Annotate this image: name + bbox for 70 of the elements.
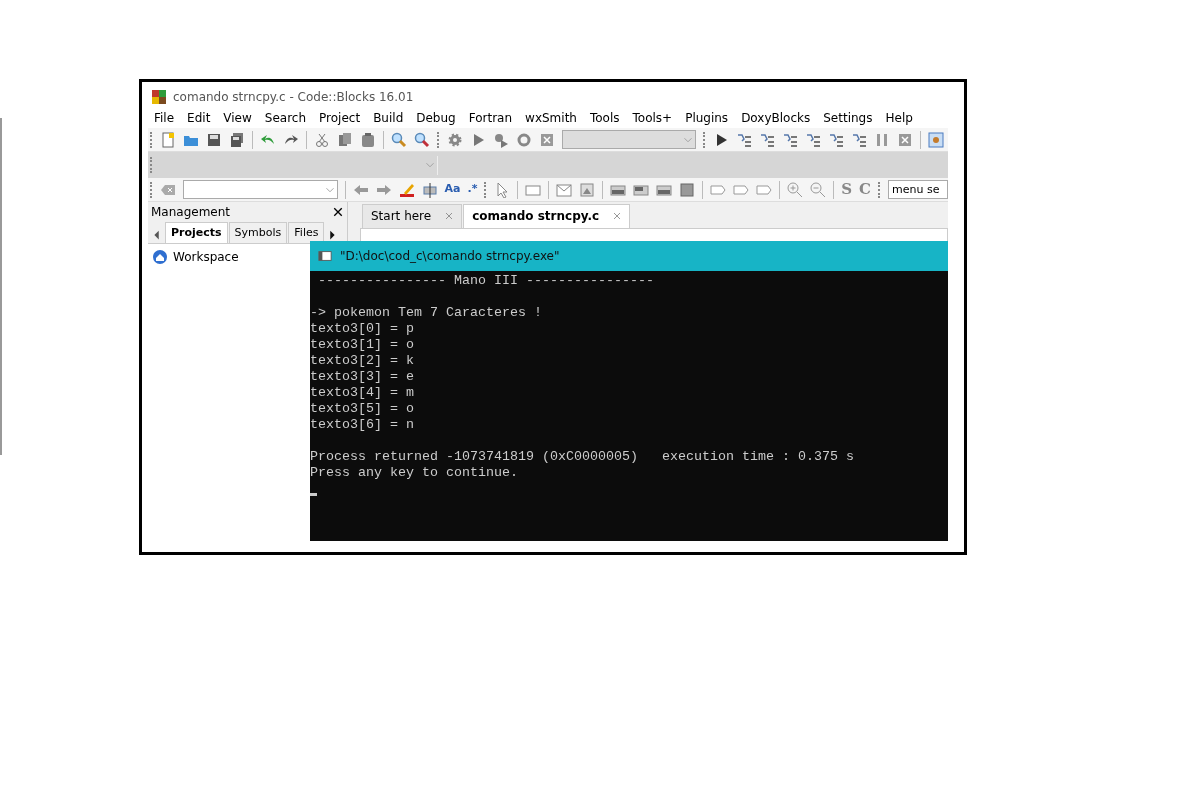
console-line: texto3[1] = o	[310, 337, 415, 353]
panel-tab[interactable]: Symbols	[228, 221, 288, 243]
window-title: comando strncpy.c - Code::Blocks 16.01	[173, 88, 414, 106]
menu-item[interactable]: Search	[258, 109, 314, 127]
menu-item[interactable]: Build	[367, 109, 411, 127]
picture-frame-icon[interactable]	[579, 181, 596, 198]
document-icon[interactable]	[160, 131, 176, 148]
floppies-icon[interactable]	[229, 131, 245, 148]
menu-item[interactable]: Tools+	[626, 109, 680, 127]
console-line: texto3[0] = p	[310, 321, 415, 337]
replace-icon[interactable]	[414, 131, 430, 148]
console-line: texto3[6] = n	[310, 417, 415, 433]
close-icon[interactable]	[332, 206, 344, 218]
search-option-toggle[interactable]: Aa	[444, 181, 461, 198]
menu-item[interactable]: Settings	[817, 109, 880, 127]
magnifier-icon[interactable]	[391, 131, 407, 148]
menu-item[interactable]: Plugins	[679, 109, 736, 127]
menu-item[interactable]: wxSmith	[519, 109, 584, 127]
console-line: texto3[4] = m	[310, 385, 415, 401]
step-icon[interactable]	[782, 131, 798, 148]
menu-item[interactable]: Tools	[583, 109, 627, 127]
menu-item[interactable]: View	[217, 109, 259, 127]
editor-tab[interactable]: Start here	[362, 204, 463, 228]
step-icon[interactable]	[828, 131, 844, 148]
workspace-icon[interactable]	[152, 249, 168, 265]
paste-icon[interactable]	[360, 131, 376, 148]
text-cursor-icon[interactable]	[421, 181, 438, 198]
panel-tab[interactable]: Projects	[165, 221, 228, 243]
menu-item[interactable]: Debug	[410, 109, 463, 127]
step-icon[interactable]	[851, 131, 867, 148]
console-line: texto3[2] = k	[310, 353, 415, 369]
menu-item[interactable]: Edit	[181, 109, 218, 127]
menu-item[interactable]: Project	[313, 109, 368, 127]
debug-window-icon[interactable]	[928, 131, 944, 148]
panel-full-icon[interactable]	[679, 181, 696, 198]
panel-title: Management	[151, 204, 231, 221]
menu-item[interactable]: File	[148, 109, 182, 127]
tree-item[interactable]: Workspace	[173, 248, 239, 266]
zoom-in-icon[interactable]	[787, 181, 804, 198]
console-line: Process returned -1073741819 (0xC0000005) execution time : 0.375 s	[310, 449, 855, 465]
step-icon[interactable]	[759, 131, 775, 148]
console-line: texto3[3] = e	[310, 369, 415, 385]
gear-icon[interactable]	[447, 131, 463, 148]
menu-item[interactable]: Help	[879, 109, 920, 127]
search-option-toggle[interactable]: .*	[467, 181, 478, 198]
console-line: ---------------- Mano III ----------------	[317, 273, 655, 289]
menu-item[interactable]: DoxyBlocks	[735, 109, 818, 127]
console-line: Press any key to continue.	[310, 465, 519, 481]
menu-item[interactable]: Fortran	[462, 109, 520, 127]
search-dropdown[interactable]	[182, 180, 338, 199]
scissors-icon[interactable]	[314, 131, 330, 148]
console-window-icon[interactable]	[318, 249, 332, 263]
step-icon[interactable]	[805, 131, 821, 148]
console-line: texto3[5] = o	[310, 401, 415, 417]
step-icon[interactable]	[736, 131, 752, 148]
build-target-dropdown[interactable]	[562, 130, 696, 149]
console-title: "D:\doc\cod_c\comando strncpy.exe"	[340, 248, 560, 265]
highlighter-icon[interactable]	[398, 181, 415, 198]
x-box-icon[interactable]	[897, 131, 913, 148]
zoom-out-icon[interactable]	[810, 181, 827, 198]
pause-icon[interactable]	[874, 131, 890, 148]
editor-tab[interactable]: comando strncpy.c	[463, 204, 631, 228]
floppy-icon[interactable]	[206, 131, 222, 148]
console-line: -> pokemon Tem 7 Caracteres !	[310, 305, 543, 321]
app-logo-icon	[151, 88, 167, 105]
envelope-icon[interactable]	[556, 181, 573, 198]
x-box-icon[interactable]	[539, 131, 555, 148]
search-input[interactable]: menu se	[888, 180, 948, 199]
text-cursor	[310, 493, 317, 496]
copy-icon[interactable]	[337, 131, 353, 148]
